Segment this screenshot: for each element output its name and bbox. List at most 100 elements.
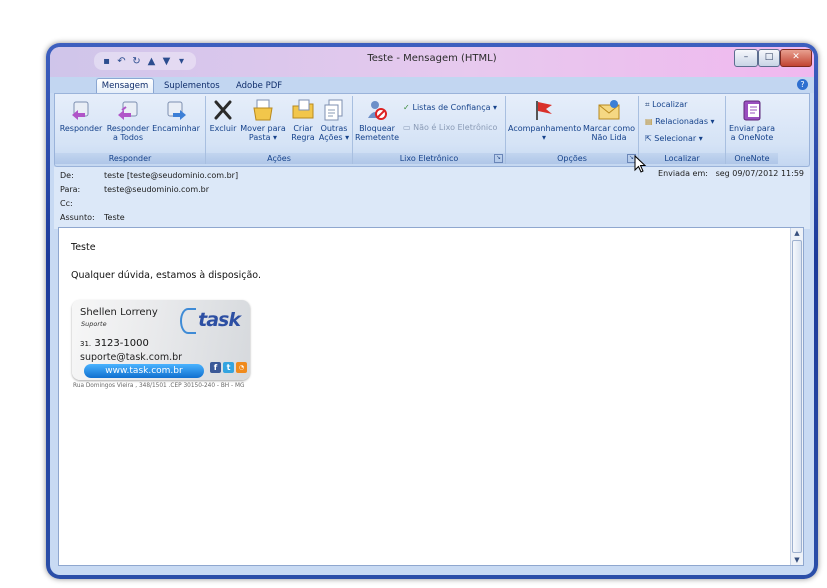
select-button[interactable]: ⇱ Selecionar ▾ <box>645 133 703 145</box>
vertical-scrollbar[interactable]: ▲ ▼ <box>790 228 803 565</box>
task-logo-ring-icon <box>180 308 196 334</box>
group-responder-label: Responder <box>55 153 205 164</box>
group-acoes-label: Ações <box>206 153 352 164</box>
move-folder-icon <box>251 98 275 122</box>
reply-label: Responder <box>59 124 103 133</box>
header-cc: Cc: <box>60 197 810 210</box>
help-icon[interactable]: ? <box>797 79 808 90</box>
group-lixo-eletronico: Bloquear Remetente ✓ Listas de Confiança… <box>353 96 506 164</box>
signature-phone-number: 3123-1000 <box>94 338 149 349</box>
message-body[interactable]: Teste Qualquer dúvida, estamos à disposi… <box>58 227 804 566</box>
from-value[interactable]: teste [teste@seudominio.com.br] <box>104 169 238 182</box>
minimize-button[interactable]: – <box>734 49 758 67</box>
close-button[interactable]: ✕ <box>780 49 812 67</box>
signature-name: Shellen Lorreny <box>80 307 158 318</box>
binoculars-icon: ⌗ <box>645 100 653 109</box>
mark-unread-button[interactable]: Marcar como Não Lida <box>582 98 636 142</box>
window-frame: ▪ ↶ ↻ ▲ ▼ ▾ Teste - Mensagem (HTML) – □ … <box>50 47 814 575</box>
block-sender-label-2: Remetente <box>355 133 400 142</box>
facebook-icon[interactable]: f <box>210 362 221 373</box>
title-bar: ▪ ↶ ↻ ▲ ▼ ▾ Teste - Mensagem (HTML) – □ … <box>50 47 814 77</box>
create-rule-icon <box>291 98 315 122</box>
block-sender-label-1: Bloquear <box>359 124 395 133</box>
follow-up-arrow: ▾ <box>541 133 546 142</box>
signature-phone: 31. 3123-1000 <box>80 338 149 349</box>
group-opcoes: Acompanhamento ▾ Marcar como Não Lida Op… <box>506 96 639 164</box>
window-title: Teste - Mensagem (HTML) <box>367 53 497 64</box>
to-label: Para: <box>60 185 81 194</box>
body-line-2: Qualquer dúvida, estamos à disposição. <box>71 270 261 281</box>
group-localizar-label: Localizar <box>639 153 725 164</box>
move-to-folder-button[interactable]: Mover para Pasta ▾ <box>238 98 288 142</box>
reply-all-icon <box>116 98 140 122</box>
block-sender-button[interactable]: Bloquear Remetente <box>355 98 399 142</box>
forward-button[interactable]: Encaminhar <box>151 98 201 133</box>
sent-label: Enviada em: <box>658 169 708 178</box>
group-acoes: Excluir Mover para Pasta ▾ Criar Regra O… <box>206 96 353 164</box>
find-button[interactable]: ⌗ Localizar <box>645 99 687 111</box>
follow-up-button[interactable]: Acompanhamento ▾ <box>508 98 582 142</box>
not-junk-label: Não é Lixo Eletrônico <box>413 123 498 132</box>
other-actions-button[interactable]: Outras Ações ▾ <box>318 98 350 142</box>
group-responder: Responder Responder a Todos Encaminhar R… <box>55 96 206 164</box>
tab-mensagem[interactable]: Mensagem <box>96 78 154 94</box>
other-actions-icon <box>322 98 346 122</box>
message-header: De: teste [teste@seudominio.com.br] Envi… <box>54 167 810 229</box>
body-line-1: Teste <box>71 242 96 253</box>
group-lixo-label: Lixo Eletrônico <box>353 153 505 164</box>
delete-button[interactable]: Excluir <box>208 98 238 133</box>
to-value[interactable]: teste@seudominio.com.br <box>104 183 209 196</box>
reply-all-label-2: a Todos <box>112 133 143 142</box>
not-junk-button[interactable]: ▭ Não é Lixo Eletrônico <box>403 122 497 134</box>
maximize-button[interactable]: □ <box>758 49 780 67</box>
other-actions-label-2: Ações ▾ <box>318 133 350 142</box>
block-sender-icon <box>365 98 389 122</box>
not-junk-icon: ▭ <box>403 123 414 132</box>
flag-icon <box>532 98 556 122</box>
group-onenote-label: OneNote <box>726 153 778 164</box>
twitter-icon[interactable]: t <box>223 362 234 373</box>
task-logo: task <box>198 309 241 331</box>
reply-button[interactable]: Responder <box>59 98 103 133</box>
forward-label: Encaminhar <box>152 124 200 133</box>
reply-all-button[interactable]: Responder a Todos <box>105 98 151 142</box>
follow-up-label: Acompanhamento <box>508 124 582 133</box>
onenote-icon <box>740 98 764 122</box>
scroll-thumb[interactable] <box>792 240 802 553</box>
tab-suplementos[interactable]: Suplementos <box>164 79 220 93</box>
tab-adobe-pdf[interactable]: Adobe PDF <box>236 79 282 93</box>
mark-unread-label-1: Marcar como <box>582 124 636 133</box>
signature-email[interactable]: suporte@task.com.br <box>80 352 182 363</box>
mark-unread-icon <box>597 98 621 122</box>
sent-info: Enviada em: seg 09/07/2012 11:59 <box>658 169 804 178</box>
onenote-label-1: Enviar para <box>729 124 775 133</box>
ribbon-tabs: Mensagem Suplementos Adobe PDF ? <box>50 77 814 94</box>
signature-site-link[interactable]: www.task.com.br <box>84 364 204 378</box>
signature-role: Suporte <box>81 320 107 328</box>
rss-icon[interactable]: ◔ <box>236 362 247 373</box>
scroll-up-icon[interactable]: ▲ <box>791 228 803 238</box>
scroll-down-icon[interactable]: ▼ <box>791 555 803 565</box>
sent-value: seg 09/07/2012 11:59 <box>715 169 804 178</box>
create-rule-label-2: Regra <box>291 133 315 142</box>
related-icon: ▤ <box>645 117 656 126</box>
header-para: Para: teste@seudominio.com.br <box>60 183 810 196</box>
create-rule-label-1: Criar <box>293 124 313 133</box>
move-label-1: Mover para <box>240 124 286 133</box>
find-label: Localizar <box>652 100 688 109</box>
lixo-launcher-icon[interactable]: ↘ <box>494 154 503 163</box>
header-assunto: Assunto: Teste <box>60 211 810 224</box>
safe-lists-button[interactable]: ✓ Listas de Confiança ▾ <box>403 102 497 114</box>
ribbon: Responder Responder a Todos Encaminhar R… <box>54 93 810 167</box>
reply-all-label-1: Responder <box>106 124 150 133</box>
signature-address: Rua Domingos Vieira , 348/1501 .CEP 3015… <box>73 383 245 389</box>
mark-unread-label-2: Não Lida <box>591 133 627 142</box>
subject-label: Assunto: <box>60 213 95 222</box>
reply-icon <box>69 98 93 122</box>
delete-icon <box>211 98 235 122</box>
create-rule-button[interactable]: Criar Regra <box>288 98 318 142</box>
related-button[interactable]: ▤ Relacionadas ▾ <box>645 116 715 128</box>
send-to-onenote-button[interactable]: Enviar para a OneNote <box>728 98 776 142</box>
safe-lists-label: Listas de Confiança ▾ <box>412 103 498 112</box>
signature-card: Shellen Lorreny Suporte 31. 3123-1000 su… <box>72 300 250 380</box>
